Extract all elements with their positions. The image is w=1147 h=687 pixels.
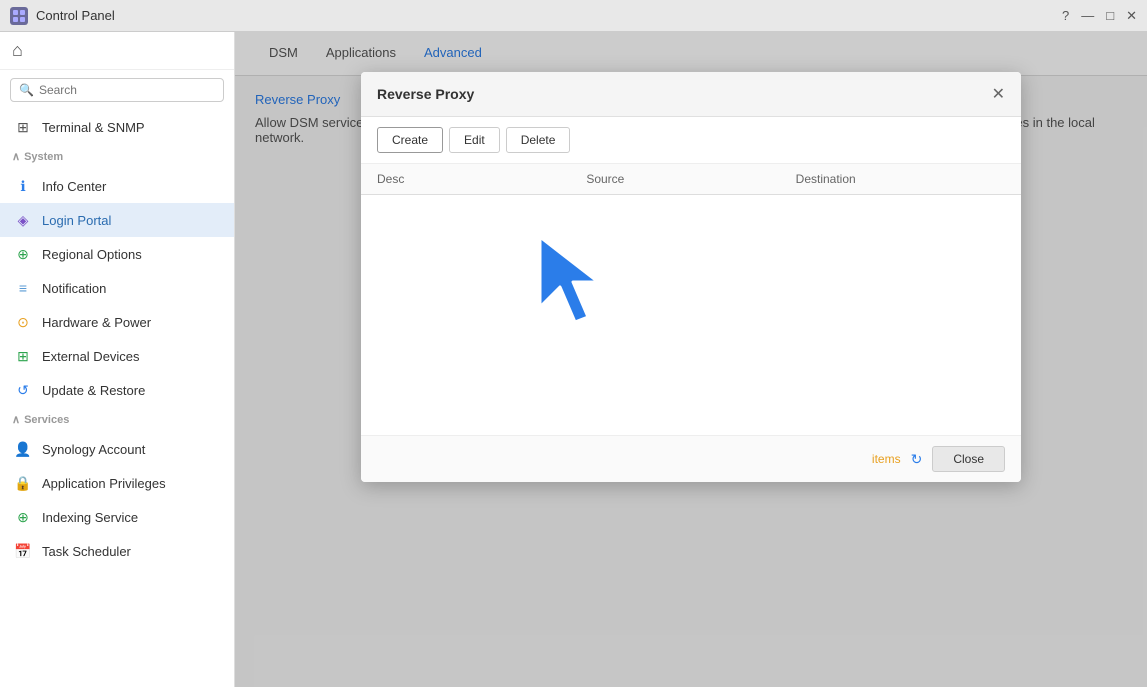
hardware-power-icon: ⊙ bbox=[14, 313, 32, 331]
table-header: Desc Source Destination bbox=[361, 164, 1021, 195]
minimize-button[interactable]: — bbox=[1081, 8, 1094, 23]
sidebar-item-notification[interactable]: ≡ Notification bbox=[0, 271, 234, 305]
sidebar-item-label-login-portal: Login Portal bbox=[42, 213, 111, 228]
search-box: 🔍 bbox=[10, 78, 224, 102]
sidebar-item-label-notification: Notification bbox=[42, 281, 106, 296]
sidebar-item-synology-account[interactable]: 👤 Synology Account bbox=[0, 432, 234, 466]
sidebar-item-label-indexing-service: Indexing Service bbox=[42, 510, 138, 525]
content-area: DSM Applications Advanced Reverse Proxy … bbox=[235, 32, 1147, 687]
dialog-overlay: Reverse Proxy ✕ Create Edit Delete Desc … bbox=[235, 32, 1147, 687]
col-header-desc: Desc bbox=[377, 172, 586, 186]
dialog-table: Desc Source Destination bbox=[361, 164, 1021, 435]
dialog-close-button[interactable]: ✕ bbox=[992, 84, 1005, 104]
sidebar-item-label-external-devices: External Devices bbox=[42, 349, 140, 364]
sidebar-item-label-terminal: Terminal & SNMP bbox=[42, 120, 145, 135]
refresh-icon[interactable]: ↻ bbox=[911, 451, 923, 468]
sidebar-item-label-regional-options: Regional Options bbox=[42, 247, 142, 262]
sidebar-item-label-update-restore: Update & Restore bbox=[42, 383, 145, 398]
indexing-service-icon: ⊕ bbox=[14, 508, 32, 526]
sidebar-item-label-task-scheduler: Task Scheduler bbox=[42, 544, 131, 559]
title-bar-controls: ? — □ ✕ bbox=[1062, 8, 1137, 24]
sidebar-item-login-portal[interactable]: ◈ Login Portal bbox=[0, 203, 234, 237]
sidebar: ⌂ 🔍 ⊞ Terminal & SNMP ∧ System ℹ Info Ce… bbox=[0, 32, 235, 687]
dialog-title: Reverse Proxy bbox=[377, 86, 474, 102]
dialog-footer: items ↻ Close bbox=[361, 435, 1021, 482]
app-icon bbox=[10, 7, 28, 25]
sidebar-home-button[interactable]: ⌂ bbox=[0, 32, 234, 70]
sidebar-item-task-scheduler[interactable]: 📅 Task Scheduler bbox=[0, 534, 234, 568]
close-window-button[interactable]: ✕ bbox=[1126, 8, 1137, 24]
sidebar-item-info-center[interactable]: ℹ Info Center bbox=[0, 169, 234, 203]
login-portal-icon: ◈ bbox=[14, 211, 32, 229]
services-section-header[interactable]: ∧ Services bbox=[0, 407, 234, 432]
main-layout: ⌂ 🔍 ⊞ Terminal & SNMP ∧ System ℹ Info Ce… bbox=[0, 32, 1147, 687]
notification-icon: ≡ bbox=[14, 279, 32, 297]
application-privileges-icon: 🔒 bbox=[14, 474, 32, 492]
sidebar-item-update-restore[interactable]: ↺ Update & Restore bbox=[0, 373, 234, 407]
sidebar-item-terminal[interactable]: ⊞ Terminal & SNMP bbox=[0, 110, 234, 144]
chevron-icon: ∧ bbox=[12, 150, 20, 163]
external-devices-icon: ⊞ bbox=[14, 347, 32, 365]
sidebar-item-label-application-privileges: Application Privileges bbox=[42, 476, 166, 491]
services-chevron-icon: ∧ bbox=[12, 413, 20, 426]
sidebar-item-label-synology-account: Synology Account bbox=[42, 442, 145, 457]
sidebar-item-indexing-service[interactable]: ⊕ Indexing Service bbox=[0, 500, 234, 534]
sidebar-item-external-devices[interactable]: ⊞ External Devices bbox=[0, 339, 234, 373]
home-icon: ⌂ bbox=[12, 40, 23, 61]
sidebar-item-label-hardware-power: Hardware & Power bbox=[42, 315, 151, 330]
col-header-source: Source bbox=[586, 172, 795, 186]
info-center-icon: ℹ bbox=[14, 177, 32, 195]
delete-button[interactable]: Delete bbox=[506, 127, 571, 153]
services-section-label: Services bbox=[24, 414, 69, 426]
regional-options-icon: ⊕ bbox=[14, 245, 32, 263]
col-header-destination: Destination bbox=[796, 172, 1005, 186]
synology-account-icon: 👤 bbox=[14, 440, 32, 458]
title-bar: Control Panel ? — □ ✕ bbox=[0, 0, 1147, 32]
system-section-label: System bbox=[24, 151, 63, 163]
search-icon: 🔍 bbox=[19, 83, 34, 97]
edit-button[interactable]: Edit bbox=[449, 127, 500, 153]
update-restore-icon: ↺ bbox=[14, 381, 32, 399]
search-input[interactable] bbox=[39, 83, 215, 97]
sidebar-item-hardware-power[interactable]: ⊙ Hardware & Power bbox=[0, 305, 234, 339]
sidebar-item-regional-options[interactable]: ⊕ Regional Options bbox=[0, 237, 234, 271]
dialog-header: Reverse Proxy ✕ bbox=[361, 72, 1021, 117]
close-button[interactable]: Close bbox=[932, 446, 1005, 472]
system-section-header[interactable]: ∧ System bbox=[0, 144, 234, 169]
task-scheduler-icon: 📅 bbox=[14, 542, 32, 560]
title-bar-title: Control Panel bbox=[36, 8, 115, 23]
title-bar-left: Control Panel bbox=[10, 7, 115, 25]
table-body bbox=[361, 195, 1021, 435]
sidebar-item-application-privileges[interactable]: 🔒 Application Privileges bbox=[0, 466, 234, 500]
items-count: items bbox=[872, 452, 901, 466]
maximize-button[interactable]: □ bbox=[1106, 8, 1114, 23]
sidebar-item-label-info-center: Info Center bbox=[42, 179, 106, 194]
dialog-toolbar: Create Edit Delete bbox=[361, 117, 1021, 164]
create-button[interactable]: Create bbox=[377, 127, 443, 153]
reverse-proxy-dialog: Reverse Proxy ✕ Create Edit Delete Desc … bbox=[361, 72, 1021, 482]
help-button[interactable]: ? bbox=[1062, 8, 1069, 23]
terminal-icon: ⊞ bbox=[14, 118, 32, 136]
